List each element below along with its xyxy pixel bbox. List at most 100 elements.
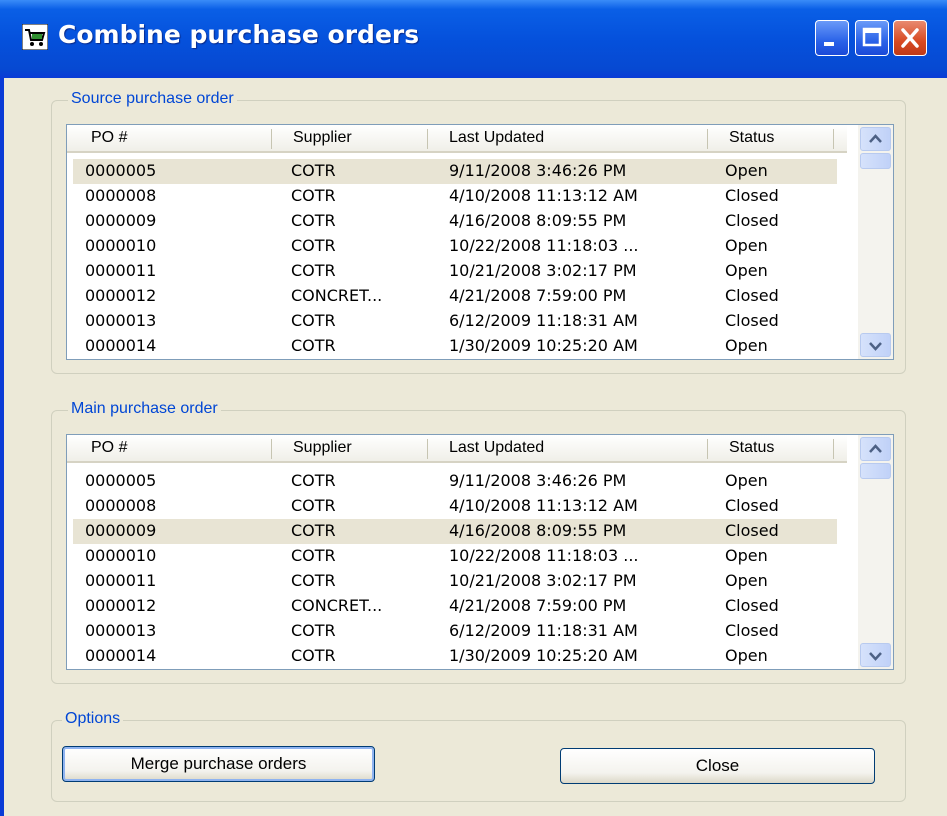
table-row[interactable]: 0000012 CONCRET... 4/21/2008 7:59:00 PM Clo… <box>73 284 837 309</box>
scroll-up-button[interactable] <box>860 437 891 461</box>
maximize-button[interactable] <box>855 20 889 56</box>
table-row[interactable]: 0000008 COTR 4/10/2008 11:13:12 AM Closed <box>73 494 837 519</box>
cell-last-updated: 6/12/2009 11:18:31 AM <box>449 311 638 330</box>
minimize-button[interactable] <box>815 20 849 56</box>
cell-po: 0000012 <box>85 286 157 305</box>
column-divider[interactable] <box>707 129 708 149</box>
cell-po: 0000008 <box>85 496 157 515</box>
table-row[interactable]: 0000013 COTR 6/12/2009 11:18:31 AM Closed <box>73 309 837 334</box>
column-divider[interactable] <box>271 439 272 459</box>
table-row[interactable]: 0000009 COTR 4/16/2008 8:09:55 PM Closed <box>73 209 837 234</box>
cell-last-updated: 9/11/2008 3:46:26 PM <box>449 471 627 490</box>
scroll-down-button[interactable] <box>860 643 891 667</box>
cell-last-updated: 9/11/2008 3:46:26 PM <box>449 161 627 180</box>
column-divider[interactable] <box>271 129 272 149</box>
cell-status: Open <box>725 336 768 355</box>
cell-supplier: COTR <box>291 546 336 565</box>
cell-last-updated: 4/21/2008 7:59:00 PM <box>449 286 627 305</box>
cell-supplier: COTR <box>291 496 336 515</box>
cell-status: Open <box>725 546 768 565</box>
column-header-supplier[interactable]: Supplier <box>293 125 352 151</box>
cell-status: Closed <box>725 286 779 305</box>
cell-po: 0000014 <box>85 646 157 665</box>
cell-po: 0000009 <box>85 211 157 230</box>
cell-supplier: COTR <box>291 621 336 640</box>
cell-last-updated: 4/16/2008 8:09:55 PM <box>449 521 627 540</box>
cell-po: 0000005 <box>85 471 157 490</box>
cell-supplier: COTR <box>291 311 336 330</box>
cell-last-updated: 10/22/2008 11:18:03 ... <box>449 546 639 565</box>
table-row[interactable]: 0000014 COTR 1/30/2009 10:25:20 AM Open <box>73 334 837 359</box>
cell-last-updated: 6/12/2009 11:18:31 AM <box>449 621 638 640</box>
table-row[interactable]: 0000011 COTR 10/21/2008 3:02:17 PM Open <box>73 259 837 284</box>
table-row[interactable]: 0000013 COTR 6/12/2009 11:18:31 AM Closed <box>73 619 837 644</box>
table-row[interactable]: 0000005 COTR 9/11/2008 3:46:26 PM Open <box>73 469 837 494</box>
list-header: PO # Supplier Last Updated Status <box>67 435 847 463</box>
cell-last-updated: 1/30/2009 10:25:20 AM <box>449 646 638 665</box>
cell-status: Open <box>725 236 768 255</box>
cell-status: Closed <box>725 621 779 640</box>
close-window-button[interactable] <box>893 20 927 56</box>
cell-last-updated: 4/21/2008 7:59:00 PM <box>449 596 627 615</box>
cell-status: Open <box>725 471 768 490</box>
cell-supplier: COTR <box>291 521 336 540</box>
cell-po: 0000014 <box>85 336 157 355</box>
table-row[interactable]: 0000010 COTR 10/22/2008 11:18:03 ... Open <box>73 544 837 569</box>
main-po-list[interactable]: PO # Supplier Last Updated Status 000000… <box>66 434 894 670</box>
column-divider[interactable] <box>427 129 428 149</box>
column-header-last-updated[interactable]: Last Updated <box>449 125 544 151</box>
table-row[interactable]: 0000008 COTR 4/10/2008 11:13:12 AM Closed <box>73 184 837 209</box>
table-row[interactable]: 0000005 COTR 9/11/2008 3:46:26 PM Open <box>73 159 837 184</box>
vertical-scrollbar[interactable] <box>858 125 893 359</box>
close-icon <box>901 28 919 48</box>
title-bar[interactable]: Combine purchase orders <box>0 0 947 78</box>
column-divider[interactable] <box>427 439 428 459</box>
table-row[interactable]: 0000014 COTR 1/30/2009 10:25:20 AM Open <box>73 644 837 669</box>
cell-last-updated: 4/10/2008 11:13:12 AM <box>449 496 638 515</box>
column-divider[interactable] <box>833 439 834 459</box>
cell-last-updated: 1/30/2009 10:25:20 AM <box>449 336 638 355</box>
scroll-thumb[interactable] <box>860 153 891 169</box>
cell-po: 0000009 <box>85 521 157 540</box>
cell-supplier: COTR <box>291 471 336 490</box>
cell-po: 0000010 <box>85 236 157 255</box>
cell-status: Open <box>725 261 768 280</box>
column-header-supplier[interactable]: Supplier <box>293 435 352 461</box>
maximize-icon <box>862 27 882 47</box>
cell-status: Open <box>725 161 768 180</box>
cell-status: Closed <box>725 496 779 515</box>
column-divider[interactable] <box>833 129 834 149</box>
table-row[interactable]: 0000012 CONCRET... 4/21/2008 7:59:00 PM Clo… <box>73 594 837 619</box>
table-row[interactable]: 0000009 COTR 4/16/2008 8:09:55 PM Closed <box>73 519 837 544</box>
cell-status: Closed <box>725 186 779 205</box>
cell-status: Closed <box>725 521 779 540</box>
cell-supplier: COTR <box>291 186 336 205</box>
list-header: PO # Supplier Last Updated Status <box>67 125 847 153</box>
vertical-scrollbar[interactable] <box>858 435 893 669</box>
chevron-down-icon <box>869 652 882 661</box>
scroll-up-button[interactable] <box>860 127 891 151</box>
column-header-po[interactable]: PO # <box>91 435 127 461</box>
cell-po: 0000011 <box>85 571 157 590</box>
cell-po: 0000008 <box>85 186 157 205</box>
cell-status: Closed <box>725 311 779 330</box>
merge-purchase-orders-button[interactable]: Merge purchase orders <box>62 746 375 782</box>
cell-status: Closed <box>725 211 779 230</box>
column-header-last-updated[interactable]: Last Updated <box>449 435 544 461</box>
cell-supplier: CONCRET... <box>291 286 383 305</box>
chevron-up-icon <box>869 134 882 143</box>
scroll-thumb[interactable] <box>860 463 891 479</box>
table-row[interactable]: 0000011 COTR 10/21/2008 3:02:17 PM Open <box>73 569 837 594</box>
combine-purchase-orders-window: Combine purchase orders Source purchase … <box>0 0 947 816</box>
close-button[interactable]: Close <box>560 748 875 784</box>
column-header-status[interactable]: Status <box>729 435 774 461</box>
cell-supplier: COTR <box>291 211 336 230</box>
cell-po: 0000013 <box>85 311 157 330</box>
cell-supplier: COTR <box>291 646 336 665</box>
source-po-list[interactable]: PO # Supplier Last Updated Status 000000… <box>66 124 894 360</box>
scroll-down-button[interactable] <box>860 333 891 357</box>
column-header-po[interactable]: PO # <box>91 125 127 151</box>
column-header-status[interactable]: Status <box>729 125 774 151</box>
table-row[interactable]: 0000010 COTR 10/22/2008 11:18:03 ... Open <box>73 234 837 259</box>
column-divider[interactable] <box>707 439 708 459</box>
